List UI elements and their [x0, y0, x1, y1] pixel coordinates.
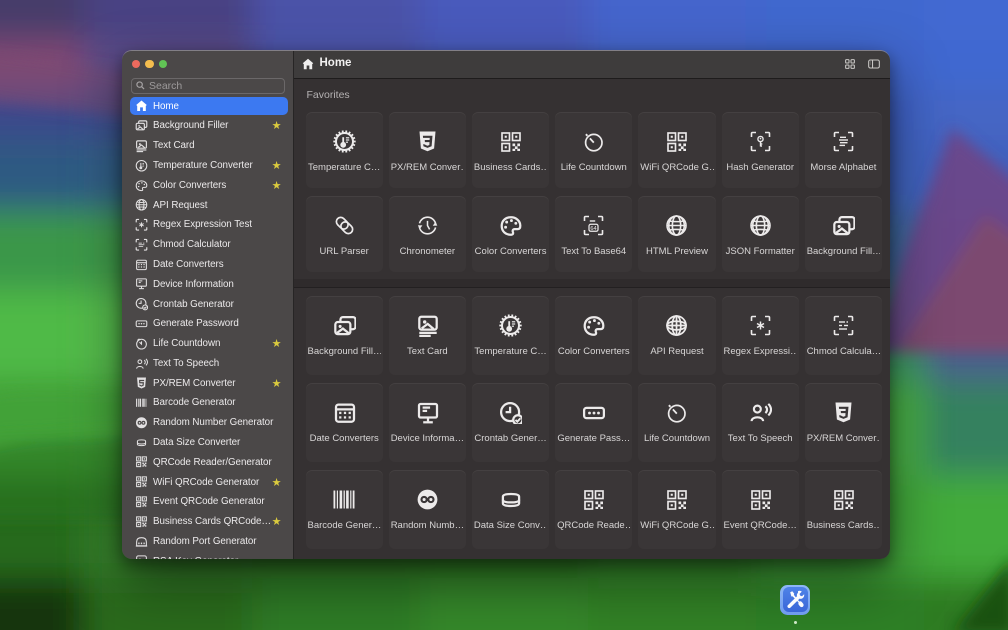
svg-text:64: 64	[591, 225, 597, 231]
